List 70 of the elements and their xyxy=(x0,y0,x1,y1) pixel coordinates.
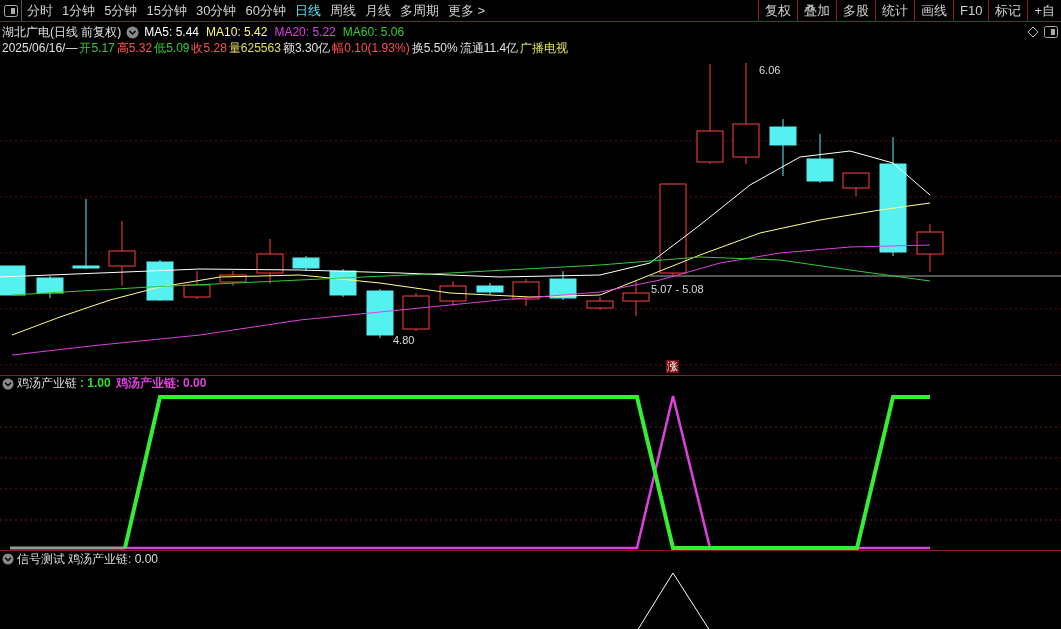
period-tab[interactable]: 月线 xyxy=(364,0,391,21)
toolbar-button[interactable]: 标记 xyxy=(988,0,1028,21)
candlestick xyxy=(366,288,394,339)
price-label: 5.07 - 5.08 xyxy=(651,282,704,297)
moving-average-value: MA5: 5.44 xyxy=(144,24,200,41)
quote-value: 额3.30亿 xyxy=(282,39,331,57)
diamond-icon[interactable] xyxy=(1027,26,1039,38)
quote-value: 幅0.10(1.93%) xyxy=(332,39,410,57)
candlestick xyxy=(439,280,467,307)
period-tab[interactable]: 1分钟 xyxy=(62,0,96,21)
candlestick xyxy=(622,280,650,317)
toolbar-button[interactable]: 画线 xyxy=(914,0,953,21)
period-tab[interactable]: 分时 xyxy=(27,0,53,21)
price-label: 4.80 xyxy=(393,333,415,348)
quote-value: 低5.09 xyxy=(154,39,190,57)
quote-value: 2025/06/16/— xyxy=(2,39,78,57)
indicator-name: 鸡汤产业链 xyxy=(17,376,77,391)
rise-marker: 涨 xyxy=(666,360,679,373)
period-tab[interactable]: 日线 xyxy=(294,0,321,21)
toolbar-button[interactable]: F10 xyxy=(953,0,989,21)
period-tab[interactable]: 60分钟 xyxy=(245,0,286,21)
candlestick xyxy=(0,265,26,296)
chevron-down-icon[interactable] xyxy=(126,25,140,39)
period-tab[interactable]: 5分钟 xyxy=(104,0,138,21)
candlestick xyxy=(402,292,430,332)
candlestick xyxy=(183,270,211,300)
candlestick xyxy=(108,220,136,287)
quote-value: 广播电视 xyxy=(520,39,569,57)
chevron-down-icon[interactable] xyxy=(2,377,14,390)
toolbar-button[interactable]: 统计 xyxy=(875,0,914,21)
quote-value: 流通11.4亿 xyxy=(459,39,519,57)
candlestick xyxy=(916,223,944,273)
candlestick xyxy=(219,270,247,287)
candlestick xyxy=(512,278,540,307)
chevron-down-icon[interactable] xyxy=(2,553,14,565)
toolbar-button[interactable]: 复权 xyxy=(758,0,797,21)
candlestick xyxy=(256,238,284,285)
indicator-name: 信号测试 xyxy=(17,551,65,568)
panel-toggle-icon[interactable] xyxy=(3,4,18,17)
candlestick xyxy=(476,282,504,296)
quote-value: 换5.50% xyxy=(411,39,458,57)
candlestick xyxy=(806,133,834,184)
period-tab[interactable]: 30分钟 xyxy=(195,0,237,21)
indicator-value: 鸡汤产业链: 0.00 xyxy=(115,376,207,391)
period-tab[interactable]: 多周期 xyxy=(399,0,439,21)
candlestick xyxy=(842,172,870,197)
candlestick xyxy=(586,296,614,311)
period-tab[interactable]: 周线 xyxy=(329,0,356,21)
candlestick xyxy=(549,270,577,301)
quote-value: 量625563 xyxy=(228,39,281,57)
panel-toggle-icon[interactable] xyxy=(1044,26,1058,38)
moving-average-value: MA20: 5.22 xyxy=(274,24,336,41)
stock-title: 湖北广电(日线 前复权) xyxy=(2,24,122,41)
price-label: 6.06 xyxy=(759,63,781,78)
candlestick xyxy=(769,118,797,177)
period-tab[interactable]: 更多 > xyxy=(447,0,486,21)
toolbar-button[interactable]: 叠加 xyxy=(797,0,836,21)
toolbar-button[interactable]: 多股 xyxy=(836,0,875,21)
indicator-value: 鸡汤产业链: 0.00 xyxy=(68,551,159,568)
quote-value: 收5.28 xyxy=(191,39,227,57)
moving-average-value: MA10: 5.42 xyxy=(206,24,268,41)
moving-average-value: MA60: 5.06 xyxy=(342,24,405,41)
indicator-value: : 1.00 xyxy=(80,376,111,391)
candlestick xyxy=(36,275,64,299)
quote-value: 开5.17 xyxy=(79,39,115,57)
candlestick xyxy=(72,198,100,270)
period-tab[interactable]: 15分钟 xyxy=(146,0,187,21)
toolbar-button[interactable]: +自 xyxy=(1027,0,1061,21)
candlestick xyxy=(292,255,320,272)
quote-value: 高5.32 xyxy=(116,39,153,57)
